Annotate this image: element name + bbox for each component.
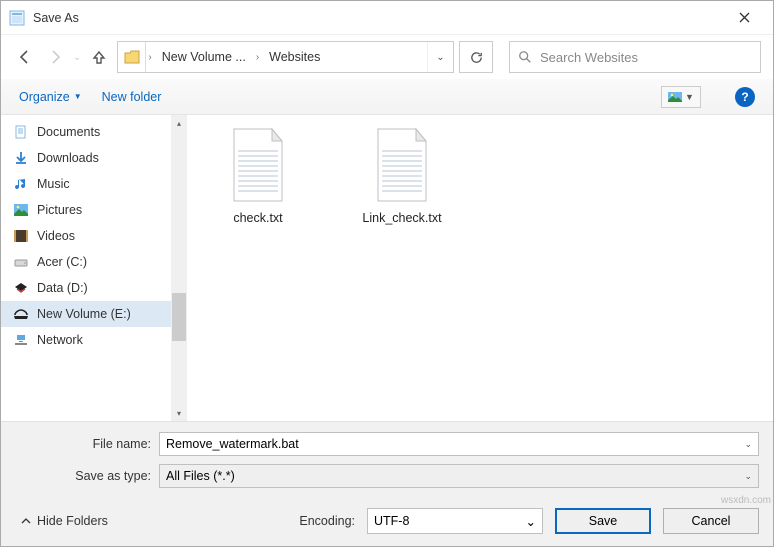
save-type-select[interactable]: All Files (*.*) ⌄ — [159, 464, 759, 488]
pictures-icon — [13, 202, 29, 218]
text-file-icon — [370, 125, 434, 205]
file-label: check.txt — [233, 211, 282, 225]
sidebar-item-pictures[interactable]: Pictures — [1, 197, 187, 223]
videos-icon — [13, 228, 29, 244]
downloads-icon — [13, 150, 29, 166]
scroll-up-icon[interactable]: ▴ — [171, 115, 187, 131]
sidebar-item-label: Data (D:) — [37, 281, 88, 295]
sidebar-item-label: Documents — [37, 125, 100, 139]
breadcrumb-item-websites[interactable]: Websites — [261, 42, 328, 72]
up-button[interactable] — [87, 45, 111, 69]
volume-icon — [13, 306, 29, 322]
save-button[interactable]: Save — [555, 508, 651, 534]
folder-icon — [118, 42, 146, 72]
forward-button[interactable] — [43, 45, 67, 69]
scroll-thumb[interactable] — [172, 293, 186, 341]
sidebar-item-acer-c-[interactable]: Acer (C:) — [1, 249, 187, 275]
chevron-right-icon[interactable]: › — [146, 52, 153, 63]
sidebar-item-label: Downloads — [37, 151, 99, 165]
breadcrumb[interactable]: › New Volume ... › Websites ⌄ — [117, 41, 454, 73]
encoding-select[interactable]: UTF-8 ⌄ — [367, 508, 543, 534]
music-icon — [13, 176, 29, 192]
filename-input[interactable]: Remove_watermark.bat ⌄ — [159, 432, 759, 456]
sidebar-item-videos[interactable]: Videos — [1, 223, 187, 249]
file-content[interactable]: check.txt Link_check.txt — [187, 115, 773, 421]
sidebar-item-label: Acer (C:) — [37, 255, 87, 269]
sidebar: Documents Downloads Music Pictures Videos Ace… — [1, 115, 187, 421]
sidebar-item-documents[interactable]: Documents — [1, 119, 187, 145]
app-icon — [9, 10, 25, 26]
drive-icon — [13, 254, 29, 270]
network-icon — [13, 332, 29, 348]
new-folder-button[interactable]: New folder — [102, 90, 162, 104]
documents-icon — [13, 124, 29, 140]
sidebar-item-label: Pictures — [37, 203, 82, 217]
sidebar-item-network[interactable]: Network — [1, 327, 187, 353]
search-input[interactable]: Search Websites — [509, 41, 761, 73]
titlebar: Save As — [1, 1, 773, 35]
cancel-button[interactable]: Cancel — [663, 508, 759, 534]
navbar: ⌄ › New Volume ... › Websites ⌄ Search W… — [1, 35, 773, 79]
scroll-down-icon[interactable]: ▾ — [171, 405, 187, 421]
close-button[interactable] — [723, 3, 765, 33]
chevron-down-icon[interactable]: ⌄ — [744, 439, 752, 450]
chevron-down-icon[interactable]: ⌄ — [744, 471, 752, 482]
toolbar: Organize▼ New folder ▼ ? — [1, 79, 773, 115]
back-button[interactable] — [13, 45, 37, 69]
file-item[interactable]: check.txt — [203, 125, 313, 225]
help-button[interactable]: ? — [735, 87, 755, 107]
recent-dropdown[interactable]: ⌄ — [73, 52, 81, 63]
search-placeholder: Search Websites — [540, 50, 638, 65]
encoding-label: Encoding: — [299, 514, 355, 528]
data-icon — [13, 280, 29, 296]
body: Documents Downloads Music Pictures Videos Ace… — [1, 115, 773, 421]
filename-label: File name: — [15, 437, 151, 451]
hide-folders-button[interactable]: Hide Folders — [15, 514, 108, 528]
chevron-down-icon[interactable]: ⌄ — [526, 514, 536, 529]
file-item[interactable]: Link_check.txt — [347, 125, 457, 225]
sidebar-item-music[interactable]: Music — [1, 171, 187, 197]
save-as-dialog: Save As ⌄ › New Volume ... › Websites ⌄ … — [0, 0, 774, 547]
sidebar-scrollbar[interactable]: ▴ ▾ — [171, 115, 187, 421]
view-button[interactable]: ▼ — [661, 86, 701, 108]
sidebar-item-label: Videos — [37, 229, 75, 243]
chevron-down-icon: ▼ — [685, 92, 694, 102]
sidebar-item-label: Network — [37, 333, 83, 347]
search-icon — [518, 50, 532, 64]
sidebar-item-data-d-[interactable]: Data (D:) — [1, 275, 187, 301]
chevron-down-icon: ▼ — [74, 92, 82, 101]
organize-button[interactable]: Organize▼ — [19, 90, 82, 104]
chevron-up-icon — [21, 516, 31, 526]
sidebar-item-label: Music — [37, 177, 70, 191]
sidebar-item-downloads[interactable]: Downloads — [1, 145, 187, 171]
save-type-label: Save as type: — [15, 469, 151, 483]
text-file-icon — [226, 125, 290, 205]
sidebar-item-new-volume-e-[interactable]: New Volume (E:) — [1, 301, 187, 327]
breadcrumb-item-volume[interactable]: New Volume ... — [154, 42, 254, 72]
bottom-panel: File name: Remove_watermark.bat ⌄ Save a… — [1, 421, 773, 546]
breadcrumb-dropdown[interactable]: ⌄ — [427, 42, 453, 72]
picture-icon — [668, 92, 682, 102]
sidebar-item-label: New Volume (E:) — [37, 307, 131, 321]
chevron-right-icon[interactable]: › — [254, 52, 261, 63]
file-label: Link_check.txt — [362, 211, 441, 225]
window-title: Save As — [33, 11, 723, 25]
refresh-button[interactable] — [459, 41, 493, 73]
